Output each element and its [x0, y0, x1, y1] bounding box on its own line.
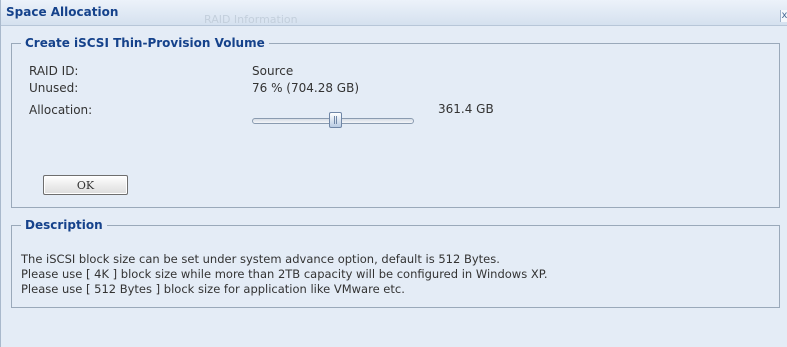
description-line: The iSCSI block size can be set under sy…: [21, 252, 500, 266]
allocation-value: 361.4 GB: [438, 102, 494, 116]
description-line: Please use [ 512 Bytes ] block size for …: [21, 282, 405, 296]
create-volume-legend: Create iSCSI Thin-Provision Volume: [25, 36, 265, 50]
unused-label: Unused:: [29, 81, 79, 95]
ok-button[interactable]: OK: [43, 175, 128, 195]
allocation-slider-thumb[interactable]: [329, 112, 342, 128]
allocation-label: Allocation:: [29, 103, 93, 117]
raid-id-value: Source: [252, 64, 294, 78]
space-allocation-window: RAID Information Space Allocation x Crea…: [0, 0, 787, 347]
raid-id-label: RAID ID:: [29, 64, 79, 78]
description-line: Please use [ 4K ] block size while more …: [21, 267, 548, 281]
window-title: Space Allocation: [6, 5, 119, 19]
create-volume-fieldset: Create iSCSI Thin-Provision Volume RAID …: [11, 36, 780, 208]
window-titlebar[interactable]: RAID Information Space Allocation x: [1, 0, 787, 26]
description-fieldset: Description The iSCSI block size can be …: [11, 218, 780, 308]
background-window-title: RAID Information: [204, 13, 298, 26]
close-icon[interactable]: x: [780, 10, 787, 22]
unused-value: 76 % (704.28 GB): [252, 81, 359, 95]
description-legend: Description: [25, 218, 103, 232]
